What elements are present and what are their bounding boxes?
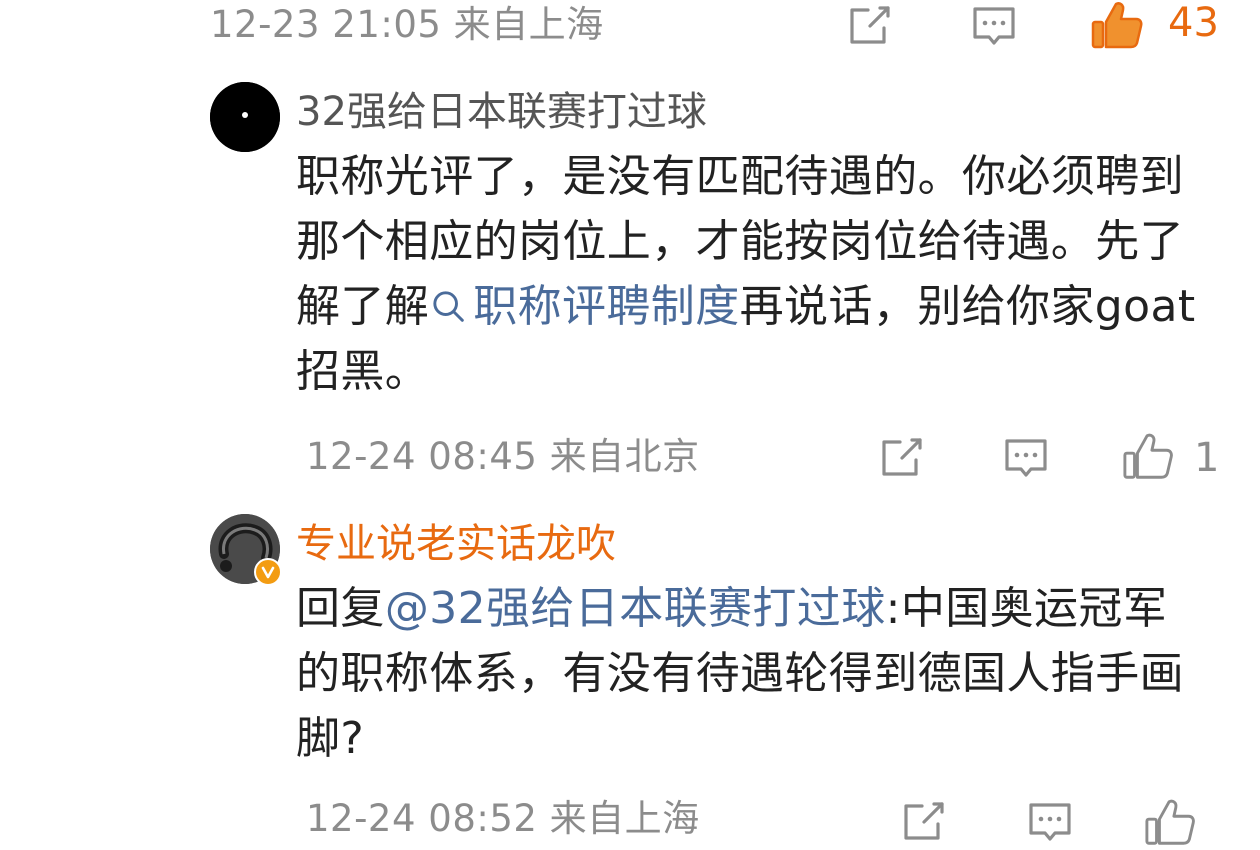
search-icon xyxy=(433,291,464,322)
reply-location: 来自北京 xyxy=(549,435,700,478)
comment-button[interactable] xyxy=(970,2,1018,50)
like-button[interactable]: 1 xyxy=(1122,430,1260,486)
avatar-image xyxy=(210,82,280,152)
search-link[interactable]: 职称评聘制度 xyxy=(429,281,739,332)
comment-icon xyxy=(973,7,1015,45)
like-count: 1 xyxy=(1194,435,1220,481)
mention-link[interactable]: @32强给日本联赛打过球 xyxy=(385,583,886,634)
comment-time: 12-23 21:05 xyxy=(210,3,442,46)
share-button[interactable] xyxy=(846,2,894,50)
verified-badge-icon xyxy=(254,558,282,586)
reply-username[interactable]: 专业说老实话龙吹 xyxy=(296,524,616,564)
thumbs-up-icon xyxy=(1145,799,1195,845)
thumbs-up-icon xyxy=(1091,2,1143,49)
comment-button[interactable] xyxy=(1002,434,1050,482)
reply-location: 来自上海 xyxy=(549,797,700,840)
thumbs-up-icon xyxy=(1123,433,1173,479)
like-count: 43 xyxy=(1168,0,1219,46)
share-button[interactable] xyxy=(878,434,926,482)
comment-location: 来自上海 xyxy=(453,3,604,46)
comment-meta: 12-23 21:05 来自上海 xyxy=(210,6,604,43)
reply-time: 12-24 08:45 xyxy=(306,435,538,478)
reply-text: 职称光评了，是没有匹配待遇的。你必须聘到那个相应的岗位上，才能按岗位给待遇。先了… xyxy=(296,144,1196,404)
share-icon xyxy=(904,802,944,840)
avatar[interactable] xyxy=(210,82,280,152)
comment-button[interactable] xyxy=(1026,798,1074,846)
share-icon xyxy=(850,6,890,44)
reply-prefix: 回复 xyxy=(296,583,385,634)
reply-meta: 12-24 08:45 来自北京 xyxy=(306,438,700,475)
avatar[interactable] xyxy=(210,514,282,586)
reply-username[interactable]: 32强给日本联赛打过球 xyxy=(296,92,707,132)
comment-icon xyxy=(1029,803,1071,841)
like-button[interactable]: 43 xyxy=(1090,0,1230,54)
share-icon xyxy=(882,438,922,476)
search-link-label: 职称评聘制度 xyxy=(473,281,740,332)
comment-icon xyxy=(1005,439,1047,477)
reply-time: 12-24 08:52 xyxy=(306,797,538,840)
reply-meta: 12-24 08:52 来自上海 xyxy=(306,800,700,837)
share-button[interactable] xyxy=(900,798,948,846)
like-button[interactable] xyxy=(1144,796,1204,845)
reply-text: 回复@32强给日本联赛打过球:中国奥运冠军的职称体系，有没有待遇轮得到德国人指手… xyxy=(296,576,1196,771)
